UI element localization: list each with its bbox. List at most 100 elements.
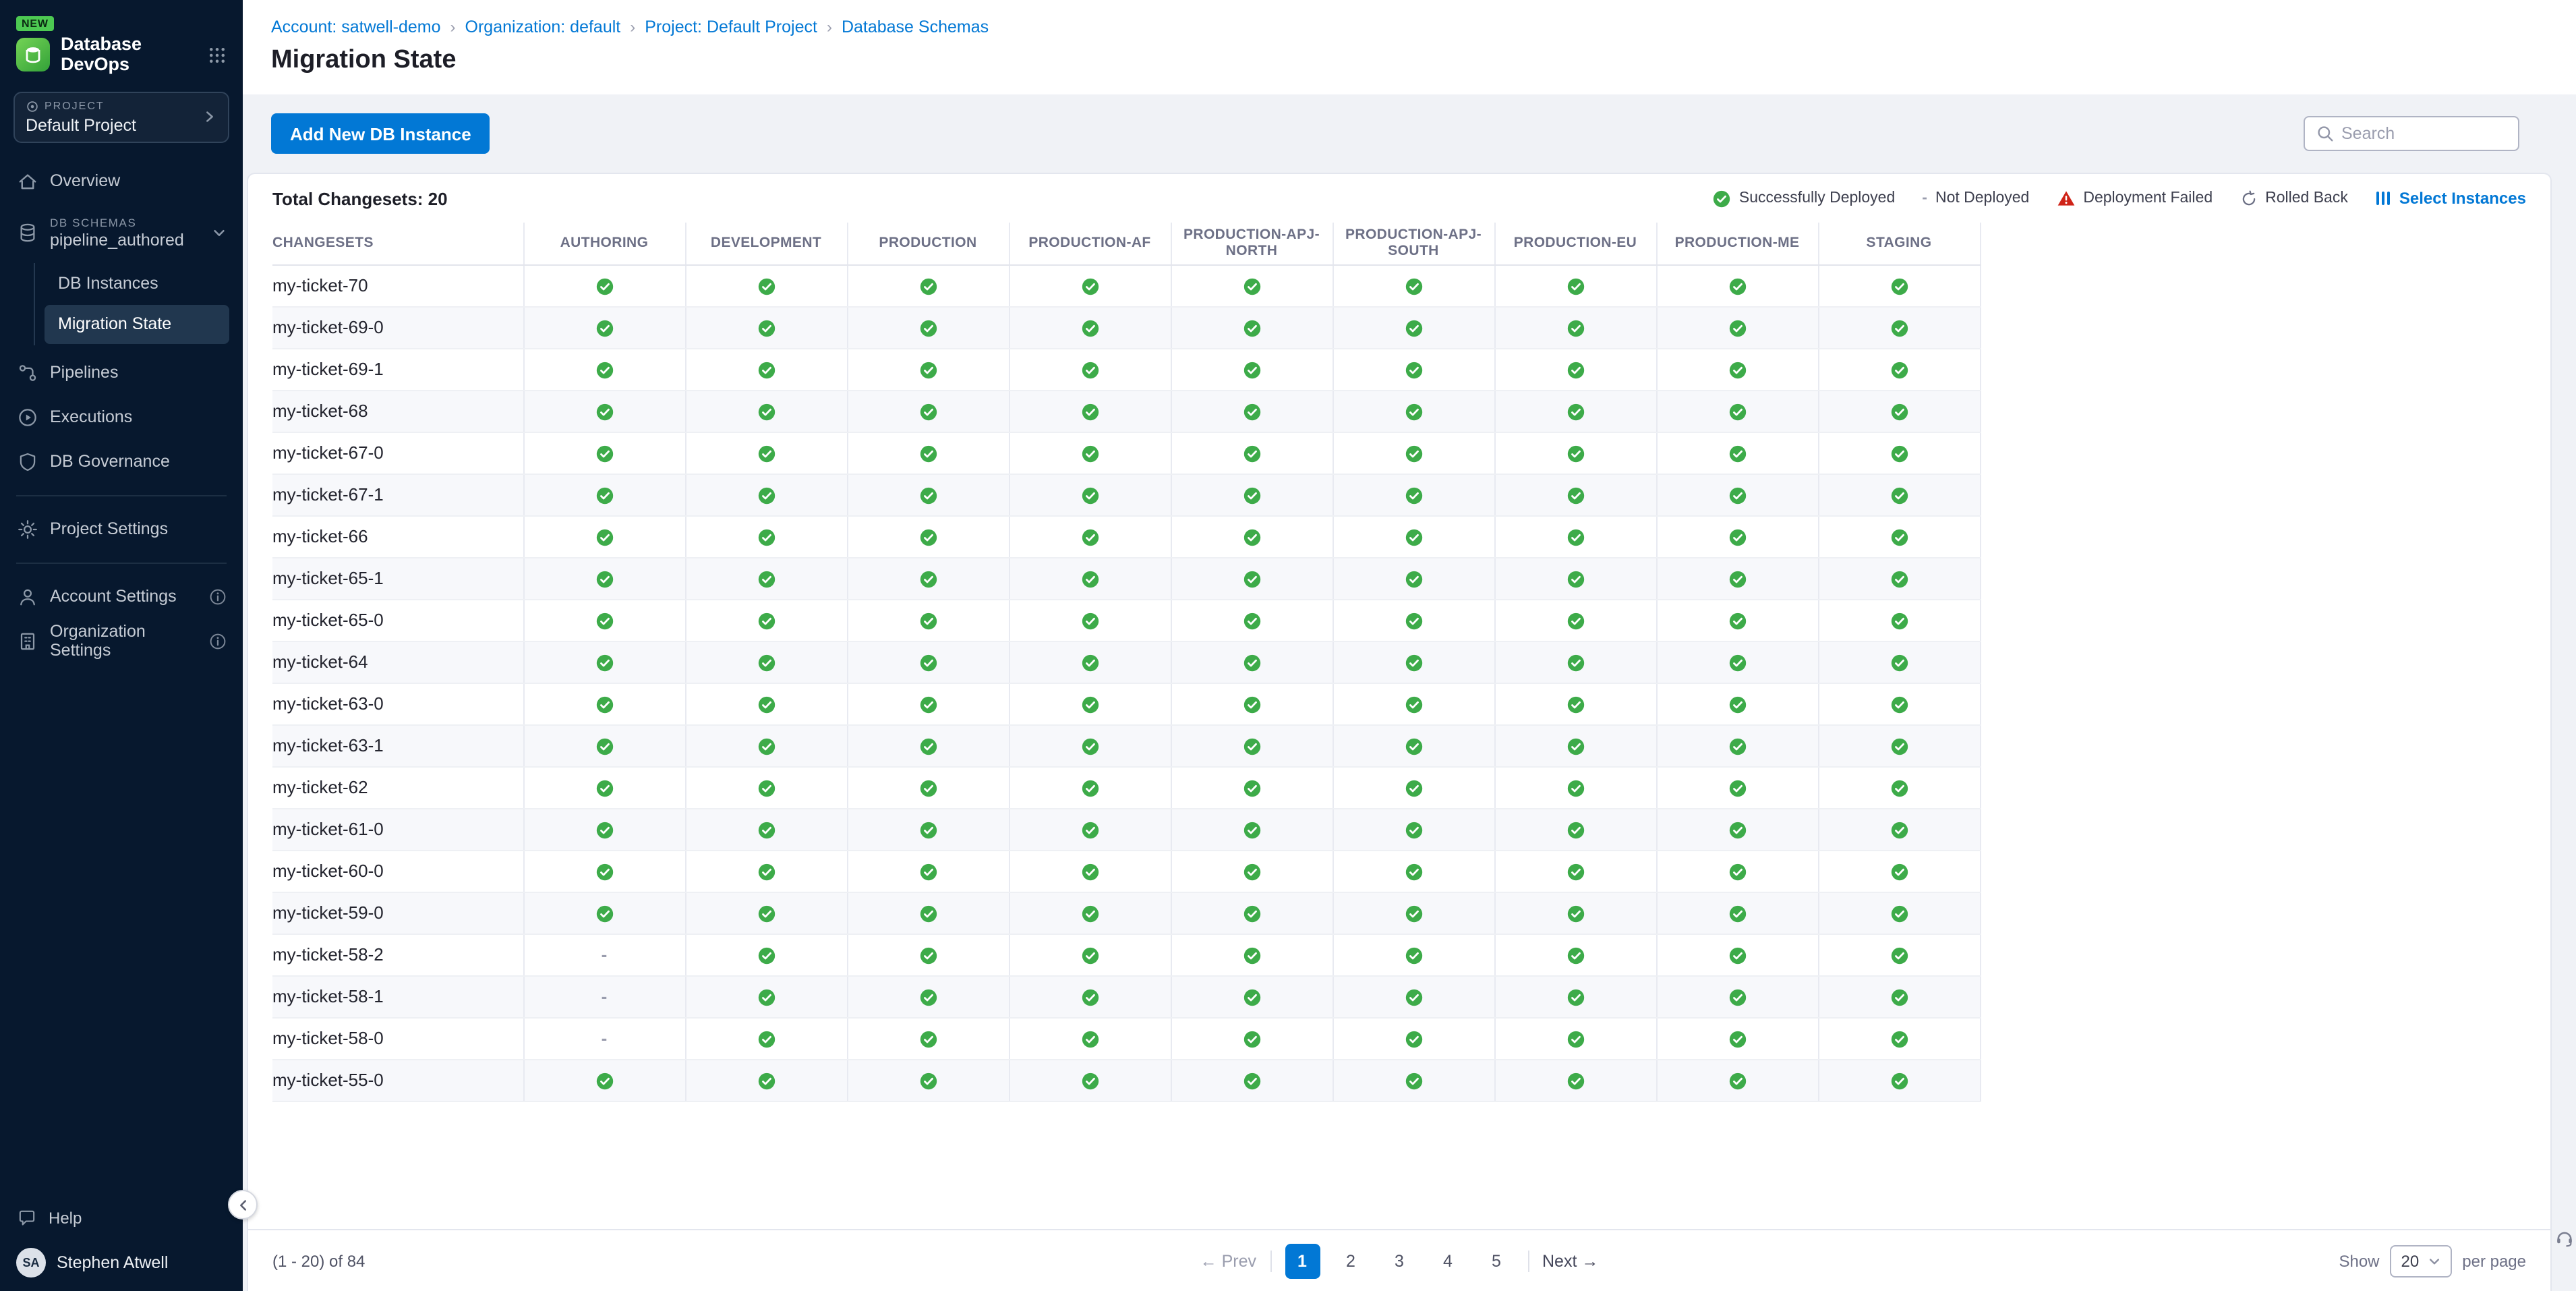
sidebar-item-pipelines[interactable]: Pipelines (0, 350, 243, 395)
status-success-icon (1081, 822, 1099, 839)
table-row[interactable]: my-ticket-58-2- (272, 934, 1980, 975)
app-logo (16, 38, 50, 72)
status-cell (1818, 850, 1980, 892)
sidebar-nav: Overview DB SCHEMAS pipeline_authored DB… (0, 153, 243, 1191)
table-row[interactable]: my-ticket-58-1- (272, 975, 1980, 1017)
status-success-icon (1567, 612, 1584, 630)
column-header: PRODUCTION-ME (1656, 223, 1818, 264)
changeset-name: my-ticket-66 (272, 515, 523, 557)
status-success-icon (757, 654, 775, 672)
table-row[interactable]: my-ticket-55-0 (272, 1059, 1980, 1101)
project-selector[interactable]: PROJECT Default Project (13, 91, 229, 142)
status-success-icon (1405, 989, 1422, 1006)
support-headset-icon[interactable] (2554, 1228, 2575, 1255)
status-success-icon (1243, 738, 1260, 755)
sidebar-item-executions[interactable]: Executions (0, 395, 243, 439)
status-success-icon (1405, 1031, 1422, 1048)
table-row[interactable]: my-ticket-62 (272, 766, 1980, 808)
breadcrumb-organization[interactable]: Organization: default (465, 18, 621, 36)
table-row[interactable]: my-ticket-65-0 (272, 599, 1980, 641)
column-header: PRODUCTION (847, 223, 1009, 264)
sidebar-item-account-settings[interactable]: Account Settings (0, 574, 243, 619)
page-button-5[interactable]: 5 (1479, 1243, 1514, 1278)
sidebar-item-db-instances[interactable]: DB Instances (45, 264, 229, 303)
shield-icon (16, 451, 38, 471)
table-row[interactable]: my-ticket-60-0 (272, 850, 1980, 892)
sidebar-header: NEW Database DevOps (0, 0, 243, 86)
next-page-button[interactable]: Next → (1542, 1251, 1598, 1270)
status-cell (1494, 892, 1656, 934)
column-header: STAGING (1818, 223, 1980, 264)
table-row[interactable]: my-ticket-65-1 (272, 557, 1980, 599)
sidebar-item-overview[interactable]: Overview (0, 159, 243, 203)
status-cell (1656, 515, 1818, 557)
status-success-icon (1405, 529, 1422, 546)
breadcrumb-database-schemas[interactable]: Database Schemas (842, 18, 989, 36)
user-menu[interactable]: SA Stephen Atwell (16, 1248, 227, 1278)
status-success-icon (595, 529, 613, 546)
status-success-icon (1567, 989, 1584, 1006)
sidebar-item-project-settings[interactable]: Project Settings (0, 507, 243, 551)
sidebar-item-db-governance[interactable]: DB Governance (0, 439, 243, 484)
page-button-2[interactable]: 2 (1333, 1243, 1368, 1278)
status-cell (1333, 641, 1494, 683)
prev-page-button[interactable]: ← Prev (1200, 1251, 1256, 1270)
table-header-row: CHANGESETS AUTHORING DEVELOPMENT PRODUCT… (272, 223, 1980, 264)
apps-grid-icon[interactable] (208, 46, 227, 65)
page-button-3[interactable]: 3 (1382, 1243, 1417, 1278)
breadcrumb-project[interactable]: Project: Default Project (645, 18, 817, 36)
status-cell (847, 724, 1009, 766)
table-row[interactable]: my-ticket-69-1 (272, 348, 1980, 390)
home-icon (16, 171, 38, 191)
sidebar-collapse-handle[interactable] (228, 1190, 258, 1220)
status-success-icon (1081, 654, 1099, 672)
add-db-instance-button[interactable]: Add New DB Instance (271, 113, 490, 154)
status-success-icon (595, 738, 613, 755)
status-cell (685, 390, 847, 432)
table-row[interactable]: my-ticket-67-0 (272, 432, 1980, 474)
status-cell (523, 432, 685, 474)
breadcrumb-account[interactable]: Account: satwell-demo (271, 18, 441, 36)
table-row[interactable]: my-ticket-61-0 (272, 808, 1980, 850)
help-button[interactable]: Help (16, 1199, 227, 1237)
status-success-icon (1567, 822, 1584, 839)
legend-deployment-failed: Deployment Failed (2056, 190, 2213, 206)
sidebar-item-label: Account Settings (50, 587, 177, 606)
status-success-icon (1081, 989, 1099, 1006)
table-row[interactable]: my-ticket-59-0 (272, 892, 1980, 934)
status-success-icon (1567, 403, 1584, 421)
table-row[interactable]: my-ticket-66 (272, 515, 1980, 557)
search-input[interactable] (2341, 124, 2506, 143)
table-row[interactable]: my-ticket-68 (272, 390, 1980, 432)
table-row[interactable]: my-ticket-63-1 (272, 724, 1980, 766)
status-cell (1333, 808, 1494, 850)
status-cell (847, 1059, 1009, 1101)
status-cell (1171, 641, 1333, 683)
table-row[interactable]: my-ticket-64 (272, 641, 1980, 683)
status-success-icon (1081, 362, 1099, 379)
breadcrumb: Account: satwell-demo › Organization: de… (271, 18, 2548, 36)
sidebar-item-migration-state[interactable]: Migration State (45, 304, 229, 343)
status-cell (1171, 934, 1333, 975)
status-cell (1009, 1059, 1171, 1101)
table-row[interactable]: my-ticket-67-1 (272, 474, 1980, 515)
select-instances-button[interactable]: Select Instances (2375, 189, 2526, 208)
table-row[interactable]: my-ticket-63-0 (272, 683, 1980, 724)
sidebar-group-db-schemas[interactable]: DB SCHEMAS pipeline_authored (0, 203, 243, 262)
status-cell (523, 724, 685, 766)
status-cell (1656, 432, 1818, 474)
sidebar-item-label: Overview (50, 171, 120, 190)
page-size-select[interactable]: 20 (2391, 1244, 2452, 1277)
help-label: Help (49, 1209, 82, 1228)
table-row[interactable]: my-ticket-69-0 (272, 306, 1980, 348)
status-cell (1656, 808, 1818, 850)
page-button-1[interactable]: 1 (1285, 1243, 1320, 1278)
table-row[interactable]: my-ticket-70 (272, 264, 1980, 306)
sidebar-item-organization-settings[interactable]: Organization Settings (0, 619, 243, 663)
status-success-icon (1405, 320, 1422, 337)
status-success-icon (1567, 947, 1584, 965)
page-button-4[interactable]: 4 (1430, 1243, 1465, 1278)
status-success-icon (595, 1072, 613, 1090)
table-row[interactable]: my-ticket-58-0- (272, 1017, 1980, 1059)
status-cell (1009, 766, 1171, 808)
